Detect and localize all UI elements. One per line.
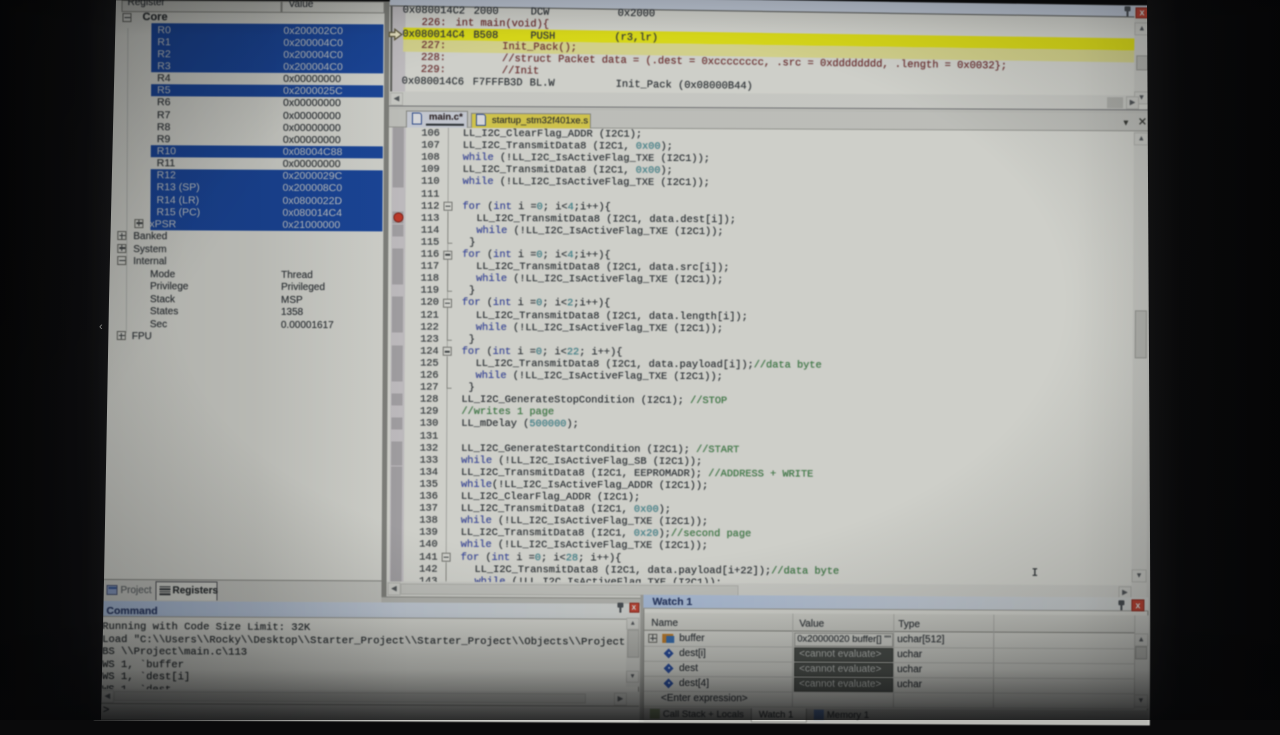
svg-text:‹: ‹ [99,321,103,333]
